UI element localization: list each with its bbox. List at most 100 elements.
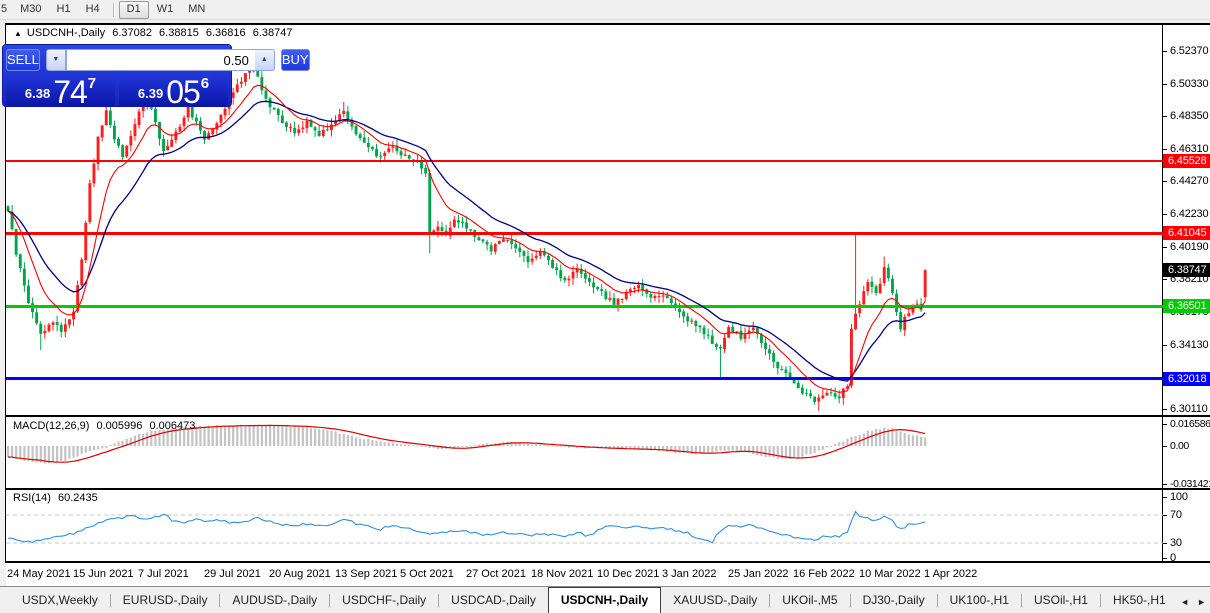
tab-usdcad-daily[interactable]: USDCAD-,Daily (439, 589, 548, 613)
sell-price-display[interactable]: 6.38 74 7 (6, 74, 115, 107)
axis-label: 6.40190 (1170, 241, 1208, 253)
timeframe-button-h1[interactable]: H1 (50, 1, 78, 19)
axis-tick (1163, 247, 1167, 248)
axis-tick (1163, 214, 1167, 215)
chart-title: ▲ USDCNH-,Daily 6.37082 6.38815 6.36816 6… (14, 27, 296, 39)
sell-price-prefix: 6.38 (25, 86, 50, 101)
price-axis[interactable]: 6.523706.503306.483506.463106.442706.422… (1163, 24, 1210, 563)
macd-value-signal: 0.006473 (149, 420, 195, 432)
date-label: 15 Jun 2021 (73, 568, 134, 580)
axis-label: 6.30110 (1170, 403, 1208, 415)
timeframe-button-d1[interactable]: D1 (119, 1, 149, 19)
date-label: 24 May 2021 (7, 568, 71, 580)
buy-price-display[interactable]: 6.39 05 6 (119, 74, 228, 107)
toolbar-separator (113, 3, 114, 17)
tab-eurusd-daily[interactable]: EURUSD-,Daily (111, 589, 220, 613)
date-label: 20 Aug 2021 (269, 568, 331, 580)
tab-audusd-daily[interactable]: AUDUSD-,Daily (220, 589, 329, 613)
date-label: 16 Feb 2022 (793, 568, 855, 580)
tab-xauusd-daily[interactable]: XAUUSD-,Daily (661, 589, 769, 613)
ohlc-close: 6.38747 (253, 27, 293, 39)
axis-label: 6.42230 (1170, 208, 1208, 220)
timeframe-button-h4[interactable]: H4 (79, 1, 107, 19)
axis-label: -0.031421 (1170, 478, 1210, 490)
axis-tick (1163, 484, 1167, 485)
tab-hk50-h1[interactable]: HK50-,H1 (1101, 589, 1178, 613)
sell-button[interactable]: SELL (6, 49, 40, 71)
volume-increase-button[interactable]: ▲ (255, 49, 275, 71)
rsi-label: RSI(14) (13, 492, 51, 504)
sell-price-main: 74 (53, 79, 87, 105)
axis-tick (1163, 409, 1167, 410)
axis-tick (1163, 515, 1167, 516)
axis-label: 100 (1170, 491, 1188, 503)
rsi-value: 60.2435 (58, 492, 98, 504)
level-price-label: 6.41045 (1163, 226, 1210, 240)
sell-price-pip: 7 (88, 75, 96, 92)
ohlc-open: 6.37082 (112, 27, 152, 39)
date-axis[interactable]: 24 May 202115 Jun 2021 7 Jul 2021 29 Jul 2… (6, 563, 1210, 586)
tabs-scroll-left-icon[interactable]: ◄ (1180, 597, 1189, 607)
axis-label: 0.00 (1170, 440, 1189, 452)
macd-value-main: 0.005996 (96, 420, 142, 432)
axis-label: 70 (1170, 509, 1182, 521)
axis-tick (1163, 543, 1167, 544)
axis-label: 30 (1170, 537, 1182, 549)
buy-price-prefix: 6.39 (138, 86, 163, 101)
date-label: 13 Sep 2021 (335, 568, 397, 580)
axis-tick (1163, 279, 1167, 280)
date-label: 18 Nov 2021 (531, 568, 593, 580)
tab-usdx-weekly[interactable]: USDX,Weekly (10, 589, 110, 613)
one-click-trading-widget: SELL ▼ ▲ BUY 6.38 74 7 6.39 05 6 (2, 44, 232, 107)
axis-tick (1163, 446, 1167, 447)
date-label: 10 Mar 2022 (859, 568, 921, 580)
date-label: 10 Dec 2021 (597, 568, 659, 580)
timeframe-toolbar: 5M30H1H4 D1W1MN (0, 0, 1210, 20)
tab-usdchf-daily[interactable]: USDCHF-,Daily (330, 589, 438, 613)
date-label: 5 Oct 2021 (400, 568, 454, 580)
chart-marker-icon: ▲ (14, 29, 22, 38)
tab-uk100-h1[interactable]: UK100-,H1 (938, 589, 1021, 613)
axis-tick (1163, 558, 1167, 559)
timeframe-button-m30[interactable]: M30 (13, 1, 48, 19)
tab-dj30-daily[interactable]: DJ30-,Daily (851, 589, 937, 613)
axis-tick (1163, 84, 1167, 85)
volume-decrease-button[interactable]: ▼ (46, 49, 66, 71)
timeframe-button-w1[interactable]: W1 (150, 1, 181, 19)
axis-label: 6.34130 (1170, 339, 1208, 351)
ohlc-high: 6.38815 (159, 27, 199, 39)
axis-tick (1163, 497, 1167, 498)
axis-tick (1163, 149, 1167, 150)
tab-usdcnh-daily[interactable]: USDCNH-,Daily (548, 587, 661, 613)
ohlc-low: 6.36816 (206, 27, 246, 39)
rsi-indicator-chart[interactable] (6, 490, 1163, 561)
rsi-title: RSI(14) 60.2435 (13, 492, 102, 504)
timeframe-button-mn[interactable]: MN (181, 1, 212, 19)
buy-price-main: 05 (166, 79, 200, 105)
level-price-label: 6.45528 (1163, 154, 1210, 168)
chart-symbol: USDCNH-,Daily (27, 27, 105, 39)
axis-tick (1163, 51, 1167, 52)
buy-price-pip: 6 (201, 75, 209, 92)
axis-tick (1163, 181, 1167, 182)
axis-label: 0.016586 (1170, 418, 1210, 430)
level-price-label: 6.36501 (1163, 299, 1210, 313)
axis-label: 6.52370 (1170, 45, 1208, 57)
date-label: 7 Jul 2021 (138, 568, 189, 580)
macd-title: MACD(12,26,9) 0.005996 0.006473 (13, 420, 199, 432)
tab-ukoil-m5[interactable]: UKOil-,M5 (770, 589, 849, 613)
macd-label: MACD(12,26,9) (13, 420, 89, 432)
axis-tick (1163, 116, 1167, 117)
tab-usoil-h1[interactable]: USOil-,H1 (1022, 589, 1100, 613)
tabs-scroll-right-icon[interactable]: ► (1197, 597, 1206, 607)
date-label: 25 Jan 2022 (728, 568, 789, 580)
volume-input[interactable] (66, 49, 255, 71)
timeframe-button-5[interactable]: 5 (0, 1, 12, 19)
level-price-label: 6.32018 (1163, 372, 1210, 386)
date-label: 1 Apr 2022 (924, 568, 977, 580)
chart-tab-bar: USDX,WeeklyEURUSD-,DailyAUDUSD-,DailyUSD… (0, 586, 1210, 613)
date-label: 27 Oct 2021 (466, 568, 526, 580)
buy-button[interactable]: BUY (281, 49, 310, 71)
axis-label: 6.50330 (1170, 78, 1208, 90)
date-label: 29 Jul 2021 (204, 568, 261, 580)
